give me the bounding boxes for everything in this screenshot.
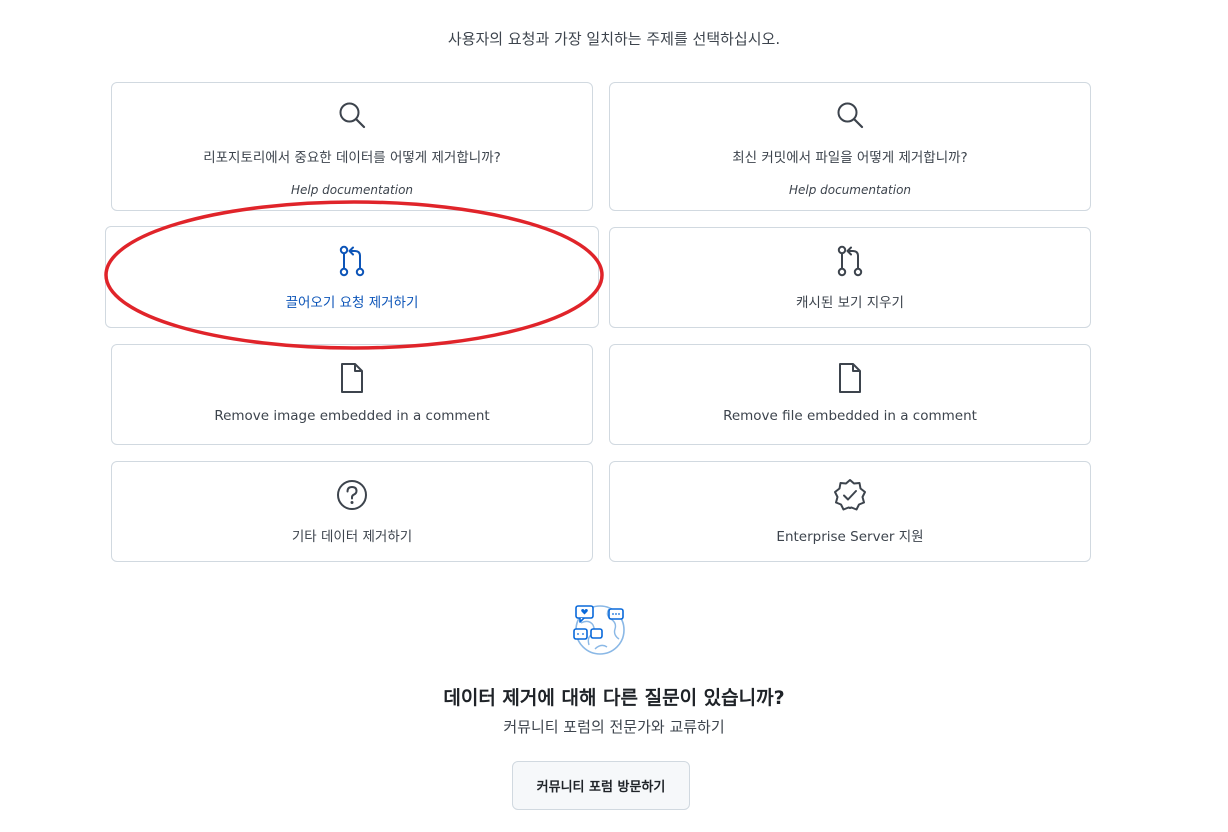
instruction-text: 사용자의 요청과 가장 일치하는 주제를 선택하십시오.	[447, 30, 781, 48]
topic-sublabel: Help documentation	[788, 183, 912, 197]
topic-card-remove-pull-request[interactable]: 끌어오기 요청 제거하기	[105, 226, 599, 328]
topic-label: Remove file embedded in a comment	[723, 408, 977, 424]
topic-card-remove-other-data[interactable]: 기타 데이터 제거하기	[111, 461, 593, 562]
visit-community-forum-button[interactable]: 커뮤니티 포럼 방문하기	[512, 761, 690, 810]
question-icon	[337, 480, 367, 510]
search-icon	[339, 102, 366, 129]
search-icon	[837, 102, 864, 129]
forum-heading: 데이터 제거에 대해 다른 질문이 있습니까?	[443, 687, 785, 709]
topic-card-remove-sensitive-data[interactable]: 리포지토리에서 중요한 데이터를 어떻게 제거합니까? Help documen…	[111, 82, 593, 211]
pull-request-icon	[837, 245, 863, 277]
topic-card-remove-image-comment[interactable]: Remove image embedded in a comment	[111, 344, 593, 445]
topic-label: 최신 커밋에서 파일을 어떻게 제거합니까?	[732, 150, 968, 166]
verified-badge-icon	[834, 479, 866, 511]
file-icon	[839, 363, 861, 393]
topic-label: 캐시된 보기 지우기	[796, 295, 904, 311]
pull-request-icon	[339, 245, 365, 277]
forum-subheading: 커뮤니티 포럼의 전문가와 교류하기	[503, 718, 725, 736]
topic-label: Enterprise Server 지원	[776, 529, 924, 545]
topic-sublabel: Help documentation	[290, 183, 414, 197]
topic-card-enterprise-server-support[interactable]: Enterprise Server 지원	[609, 461, 1091, 562]
topic-label: 기타 데이터 제거하기	[291, 529, 413, 545]
file-icon	[341, 363, 363, 393]
community-globe-icon	[573, 605, 625, 655]
topic-card-remove-file-latest-commit[interactable]: 최신 커밋에서 파일을 어떻게 제거합니까? Help documentatio…	[609, 82, 1091, 211]
topic-label: 끌어오기 요청 제거하기	[285, 295, 419, 311]
topic-card-clear-cached-views[interactable]: 캐시된 보기 지우기	[609, 227, 1091, 328]
topic-label: Remove image embedded in a comment	[214, 408, 490, 424]
topic-label: 리포지토리에서 중요한 데이터를 어떻게 제거합니까?	[203, 150, 501, 166]
topic-card-remove-file-comment[interactable]: Remove file embedded in a comment	[609, 344, 1091, 445]
